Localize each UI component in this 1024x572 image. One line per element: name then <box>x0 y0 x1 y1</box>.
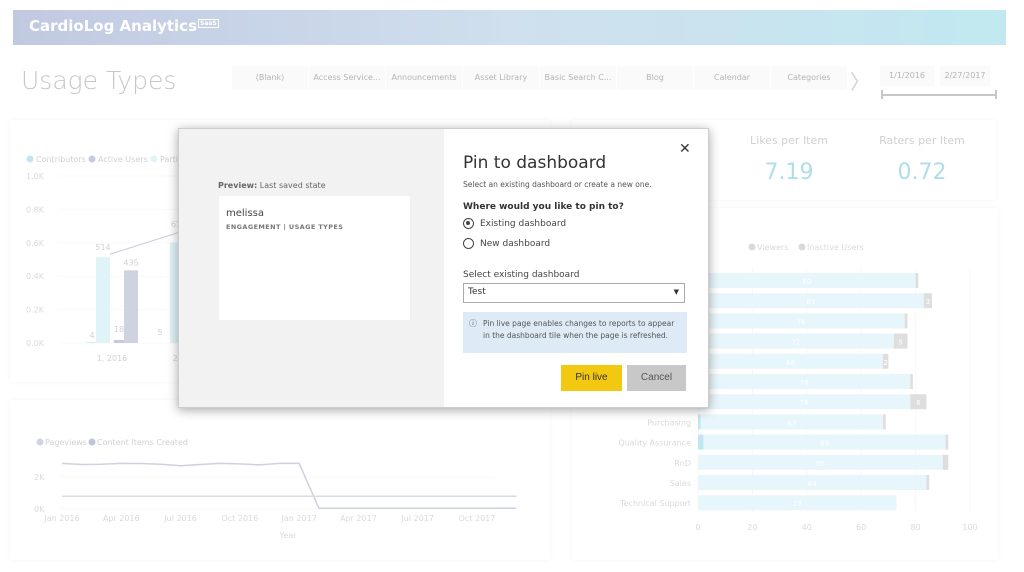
select-label: Select existing dashboard <box>463 270 580 280</box>
radio-existing-dashboard[interactable]: Existing dashboard <box>463 218 566 229</box>
info-banner: ⓘ Pin live page enables changes to report… <box>463 312 687 353</box>
dialog-title: Pin to dashboard <box>463 153 607 173</box>
dialog-subtitle: Select an existing dashboard or create a… <box>463 180 652 189</box>
preview-user: melissa <box>226 208 264 219</box>
pin-location-question: Where would you like to pin to? <box>463 202 624 212</box>
radio-label: Existing dashboard <box>480 219 567 229</box>
radio-new-dashboard[interactable]: New dashboard <box>463 238 550 249</box>
dropdown-arrow-icon[interactable]: ▼ <box>674 288 679 296</box>
radio-selected-icon[interactable] <box>463 218 474 229</box>
radio-label: New dashboard <box>480 239 551 249</box>
cancel-button[interactable]: Cancel <box>627 365 686 391</box>
pin-live-button[interactable]: Pin live <box>561 365 622 391</box>
info-icon: ⓘ <box>469 319 477 328</box>
preview-label: Preview: <box>218 181 258 190</box>
info-text: Pin live page enables changes to reports… <box>483 319 675 340</box>
close-icon[interactable]: ✕ <box>679 141 691 157</box>
preview-path: ENGAGEMENT | USAGE TYPES <box>226 223 344 231</box>
radio-unselected-icon[interactable] <box>463 238 474 249</box>
pin-to-dashboard-dialog: Preview: Last saved state melissa ENGAGE… <box>178 128 709 408</box>
dashboard-select[interactable]: Test ▼ <box>463 283 685 303</box>
select-value: Test <box>468 287 486 297</box>
preview-panel: Preview: Last saved state melissa ENGAGE… <box>179 129 444 407</box>
preview-tile: melissa ENGAGEMENT | USAGE TYPES <box>219 196 410 320</box>
preview-caption: Preview: Last saved state <box>218 181 326 190</box>
preview-state: Last saved state <box>259 181 326 190</box>
